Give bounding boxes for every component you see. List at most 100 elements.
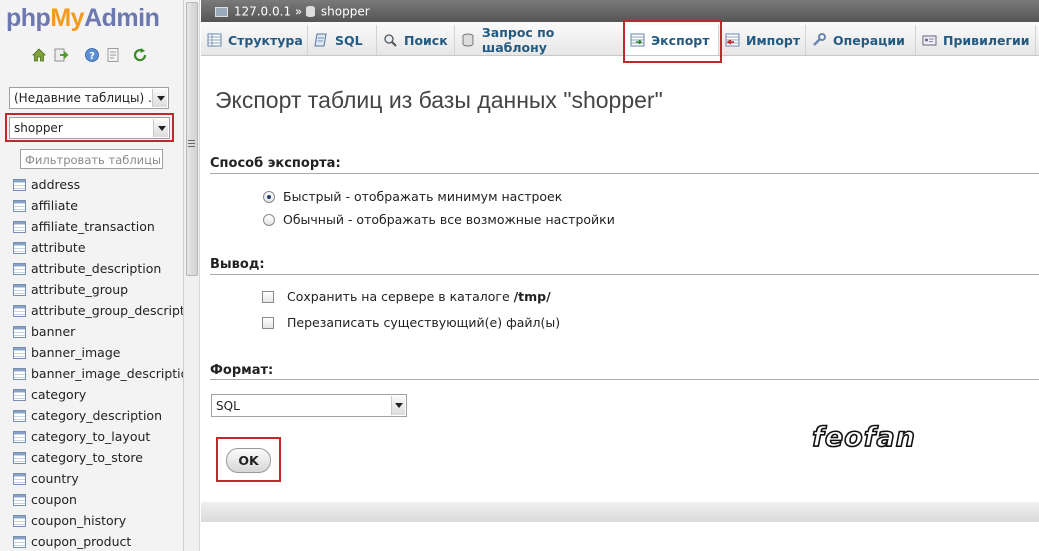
search-icon <box>384 34 397 47</box>
table-item[interactable]: address <box>13 174 183 195</box>
table-icon[interactable] <box>13 304 26 317</box>
table-name[interactable]: category <box>31 387 86 402</box>
table-icon[interactable] <box>13 367 26 380</box>
chevron-down-icon <box>391 396 405 415</box>
table-name[interactable]: coupon_history <box>31 513 126 528</box>
breadcrumb-server[interactable]: 127.0.0.1 <box>234 5 291 19</box>
recent-tables-select[interactable]: (Недавние таблицы) ... <box>9 87 169 109</box>
overwrite-option[interactable]: Перезаписать существующий(е) файл(ы) <box>262 315 560 330</box>
breadcrumb-separator: » <box>294 4 303 19</box>
table-name[interactable]: category_to_store <box>31 450 143 465</box>
table-filter-input[interactable]: Фильтровать таблицы п <box>20 149 163 169</box>
import-icon <box>725 33 740 47</box>
phpmyadmin-logo[interactable]: phpMyAdmin <box>6 4 160 33</box>
table-item[interactable]: attribute_group <box>13 279 183 300</box>
table-item[interactable]: category_to_layout <box>13 426 183 447</box>
table-icon[interactable] <box>13 199 26 212</box>
table-icon[interactable] <box>13 535 26 548</box>
home-icon[interactable] <box>31 47 47 63</box>
table-name[interactable]: attribute_description <box>31 261 161 276</box>
tab-sql[interactable]: SQL <box>308 25 377 55</box>
table-name[interactable]: banner <box>31 324 75 339</box>
table-list: address affiliate affiliate_transactionatt… <box>13 174 183 551</box>
custom-export-option[interactable]: Обычный - отображать все возможные настр… <box>263 212 615 227</box>
table-icon[interactable] <box>13 346 26 359</box>
format-heading: Формат: <box>210 363 274 378</box>
table-item[interactable]: attribute_description <box>13 258 183 279</box>
structure-icon <box>207 33 222 47</box>
footer-bar <box>201 502 1039 522</box>
table-icon[interactable] <box>13 388 26 401</box>
table-icon[interactable] <box>13 451 26 464</box>
table-item[interactable]: banner <box>13 321 183 342</box>
table-icon[interactable] <box>13 262 26 275</box>
save-on-server-checkbox[interactable] <box>262 290 274 303</box>
sql-icon <box>314 33 327 47</box>
table-item[interactable]: category_to_store <box>13 447 183 468</box>
table-item[interactable]: attribute_group_description <box>13 300 183 321</box>
table-item[interactable]: affiliate <box>13 195 183 216</box>
breadcrumb-database[interactable]: shopper <box>321 5 370 19</box>
table-icon[interactable] <box>13 241 26 254</box>
chevron-down-icon <box>152 89 167 107</box>
quick-export-radio[interactable] <box>263 190 275 203</box>
resize-grip-icon[interactable] <box>188 140 195 148</box>
table-item[interactable]: affiliate_transaction <box>13 216 183 237</box>
table-name[interactable]: category_description <box>31 408 162 423</box>
overwrite-checkbox[interactable] <box>262 316 274 329</box>
table-item[interactable]: category_description <box>13 405 183 426</box>
table-item[interactable]: coupon <box>13 489 183 510</box>
table-icon[interactable] <box>13 178 26 191</box>
privileges-icon <box>922 35 937 46</box>
tab-structure[interactable]: Структура <box>201 25 308 55</box>
svg-text:?: ? <box>89 51 95 62</box>
table-icon[interactable] <box>13 493 26 506</box>
scrollbar-thumb[interactable] <box>186 2 198 276</box>
table-icon[interactable] <box>13 472 26 485</box>
table-name[interactable]: country <box>31 471 79 486</box>
tab-query[interactable]: Запрос по шаблону <box>455 25 624 55</box>
database-select[interactable]: shopper <box>9 117 170 139</box>
tab-search[interactable]: Поиск <box>377 25 455 55</box>
help-icon[interactable]: ? <box>84 47 100 63</box>
quick-export-option[interactable]: Быстрый - отображать минимум настроек <box>263 189 562 204</box>
divider <box>210 379 1039 380</box>
custom-export-radio[interactable] <box>263 213 275 226</box>
table-name[interactable]: banner_image <box>31 345 120 360</box>
table-item[interactable]: coupon_product <box>13 531 183 551</box>
table-item[interactable]: coupon_history <box>13 510 183 531</box>
tab-privileges[interactable]: Привилегии <box>916 25 1036 55</box>
export-tab-highlight <box>623 20 722 63</box>
docs-icon[interactable] <box>105 47 121 63</box>
table-icon[interactable] <box>13 325 26 338</box>
table-icon[interactable] <box>13 514 26 527</box>
ok-button[interactable]: OK <box>226 448 271 473</box>
table-icon[interactable] <box>13 283 26 296</box>
breadcrumb: 127.0.0.1 » shopper <box>201 0 1039 22</box>
table-name[interactable]: coupon_product <box>31 534 131 549</box>
table-name[interactable]: attribute_group <box>31 282 128 297</box>
table-name[interactable]: affiliate <box>31 198 78 213</box>
table-name[interactable]: attribute_group_description <box>31 303 183 318</box>
table-item[interactable]: banner_image_description <box>13 363 183 384</box>
table-icon[interactable] <box>13 409 26 422</box>
table-name[interactable]: coupon <box>31 492 77 507</box>
reload-icon[interactable] <box>132 47 148 63</box>
table-item[interactable]: banner_image <box>13 342 183 363</box>
table-name[interactable]: address <box>31 177 80 192</box>
table-item[interactable]: country <box>13 468 183 489</box>
table-icon[interactable] <box>13 220 26 233</box>
tab-operations[interactable]: Операции <box>806 25 916 55</box>
exit-icon[interactable] <box>53 47 69 63</box>
tab-import[interactable]: Импорт <box>719 25 806 55</box>
table-icon[interactable] <box>13 430 26 443</box>
table-name[interactable]: banner_image_description <box>31 366 183 381</box>
table-name[interactable]: affiliate_transaction <box>31 219 155 234</box>
format-select[interactable]: SQL <box>211 394 407 417</box>
table-name[interactable]: attribute <box>31 240 86 255</box>
table-name[interactable]: category_to_layout <box>31 429 150 444</box>
table-item[interactable]: category <box>13 384 183 405</box>
table-item[interactable]: attribute <box>13 237 183 258</box>
panel-scrollbar[interactable] <box>183 0 200 551</box>
save-on-server-option[interactable]: Сохранить на сервере в каталоге /tmp/ <box>262 289 551 304</box>
